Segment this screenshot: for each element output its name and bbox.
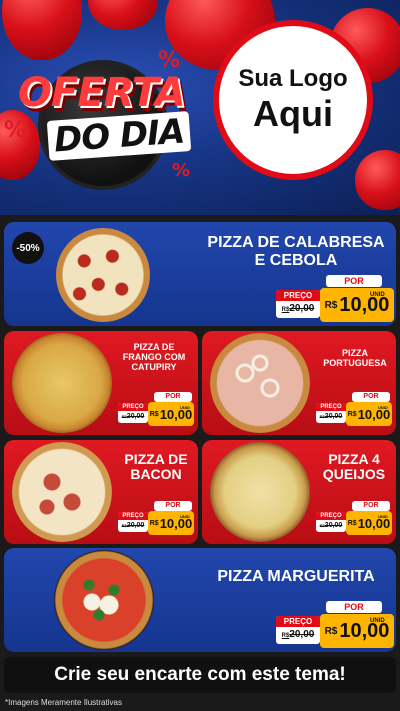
old-price-tag: PREÇO R$20,00 bbox=[118, 403, 148, 423]
pizza-calabresa-image bbox=[56, 228, 150, 322]
por-label: POR bbox=[326, 601, 382, 613]
old-price-value: 20,00 bbox=[289, 629, 315, 640]
product-name: PIZZA DE FRANGO COM CATUPIRY bbox=[112, 342, 196, 373]
balloon-decoration bbox=[355, 150, 400, 210]
old-price-tag: PREÇO R$20,00 bbox=[316, 403, 346, 423]
por-label: POR bbox=[352, 501, 390, 511]
price-currency: R$ bbox=[347, 410, 357, 418]
preco-label: PREÇO bbox=[118, 403, 148, 411]
product-name-line1: PIZZA 4 bbox=[328, 451, 380, 467]
unit-label: UNID bbox=[180, 405, 190, 410]
product-name: PIZZA 4 QUEIJOS bbox=[314, 451, 394, 483]
old-price-tag: PREÇO R$20,00 bbox=[276, 616, 320, 644]
por-label: POR bbox=[154, 392, 192, 402]
logo-text-line2: Aqui bbox=[253, 93, 333, 134]
pizza-portuguesa-image bbox=[210, 333, 310, 433]
price-currency: R$ bbox=[149, 519, 159, 527]
unit-label: UNID bbox=[370, 292, 385, 298]
old-price: R$20,00 bbox=[316, 411, 346, 423]
cta-banner[interactable]: Crie seu encarte com este tema! bbox=[4, 657, 396, 693]
product-card-portuguesa: PIZZA PORTUGUESA POR PREÇO R$20,00 R$ 10… bbox=[202, 331, 396, 435]
old-price: R$20,00 bbox=[118, 520, 148, 532]
por-label: POR bbox=[326, 275, 382, 287]
preco-label: PREÇO bbox=[316, 403, 346, 411]
product-card-4-queijos: PIZZA 4 QUEIJOS POR PREÇO R$20,00 R$ 10,… bbox=[202, 440, 396, 544]
product-name: PIZZA PORTUGUESA bbox=[316, 348, 394, 369]
logo-placeholder: Sua Logo Aqui bbox=[213, 20, 373, 180]
product-name-line1: PIZZA DE CALABRESA bbox=[207, 234, 385, 251]
pizza-frango-image bbox=[12, 333, 112, 433]
old-price-tag: PREÇO R$20,00 bbox=[118, 512, 148, 532]
logo-text-line1: Sua Logo bbox=[238, 65, 348, 92]
old-price-value: 20,00 bbox=[126, 522, 145, 529]
old-price-tag: PREÇO R$20,00 bbox=[276, 290, 320, 318]
product-name-line1: PIZZA DE bbox=[124, 451, 188, 467]
preco-label: PREÇO bbox=[316, 512, 346, 520]
product-name-line1: PIZZA MARGUERITA bbox=[217, 568, 375, 585]
por-label: POR bbox=[154, 501, 192, 511]
discount-badge: -50% bbox=[12, 232, 44, 264]
pizza-marguerita-image bbox=[54, 550, 154, 650]
price-currency: R$ bbox=[149, 410, 159, 418]
product-name: PIZZA DE CALABRESA E CEBOLA bbox=[200, 234, 392, 269]
percent-icon: % bbox=[4, 118, 27, 143]
old-price-value: 20,00 bbox=[324, 522, 343, 529]
old-price: R$20,00 bbox=[276, 627, 320, 644]
product-card-bacon: PIZZA DE BACON POR PREÇO R$20,00 R$ 10,0… bbox=[4, 440, 198, 544]
price-currency: R$ bbox=[324, 625, 338, 637]
product-card-marguerita: PIZZA MARGUERITA POR PREÇO R$20,00 R$ 10… bbox=[4, 548, 396, 652]
product-card-frango: PIZZA DE FRANGO COM CATUPIRY POR PREÇO R… bbox=[4, 331, 198, 435]
product-name-line2: PORTUGUESA bbox=[323, 357, 387, 368]
old-price-value: 20,00 bbox=[126, 413, 145, 420]
product-name: PIZZA DE BACON bbox=[116, 451, 196, 483]
old-price-value: 20,00 bbox=[324, 413, 343, 420]
old-price: R$20,00 bbox=[118, 411, 148, 423]
balloon-decoration bbox=[88, 0, 158, 30]
unit-label: UNID bbox=[378, 405, 388, 410]
product-name-line2: E CEBOLA bbox=[254, 251, 338, 269]
percent-icon: % bbox=[172, 160, 191, 181]
pizza-bacon-image bbox=[12, 442, 112, 542]
preco-label: PREÇO bbox=[118, 512, 148, 520]
old-price-value: 20,00 bbox=[289, 303, 315, 314]
old-price-tag: PREÇO R$20,00 bbox=[316, 512, 346, 532]
promo-title-line2: DO DIA bbox=[46, 111, 192, 161]
product-name: PIZZA MARGUERITA bbox=[200, 568, 392, 586]
preco-label: PREÇO bbox=[276, 290, 320, 301]
product-name-line3: CATUPIRY bbox=[131, 361, 177, 372]
product-card-calabresa: -50% PIZZA DE CALABRESA E CEBOLA POR PRE… bbox=[4, 222, 396, 326]
product-name-line2: BACON bbox=[130, 466, 182, 483]
hero-banner: OFERTA DO DIA % % % Sua Logo Aqui bbox=[0, 0, 400, 215]
disclaimer-note: *Imagens Meramente Ilustrativas bbox=[5, 698, 122, 707]
old-price: R$20,00 bbox=[276, 301, 320, 318]
unit-label: UNID bbox=[180, 514, 190, 519]
price-currency: R$ bbox=[347, 519, 357, 527]
price-currency: R$ bbox=[324, 299, 338, 311]
unit-label: UNID bbox=[370, 618, 385, 624]
percent-icon: % bbox=[158, 48, 181, 73]
pizza-4-queijos-image bbox=[210, 442, 310, 542]
por-label: POR bbox=[352, 392, 390, 402]
promo-title-line1: OFERTA bbox=[18, 70, 186, 116]
unit-label: UNID bbox=[378, 514, 388, 519]
product-name-line2: QUEIJOS bbox=[322, 466, 386, 483]
preco-label: PREÇO bbox=[276, 616, 320, 627]
old-price: R$20,00 bbox=[316, 520, 346, 532]
